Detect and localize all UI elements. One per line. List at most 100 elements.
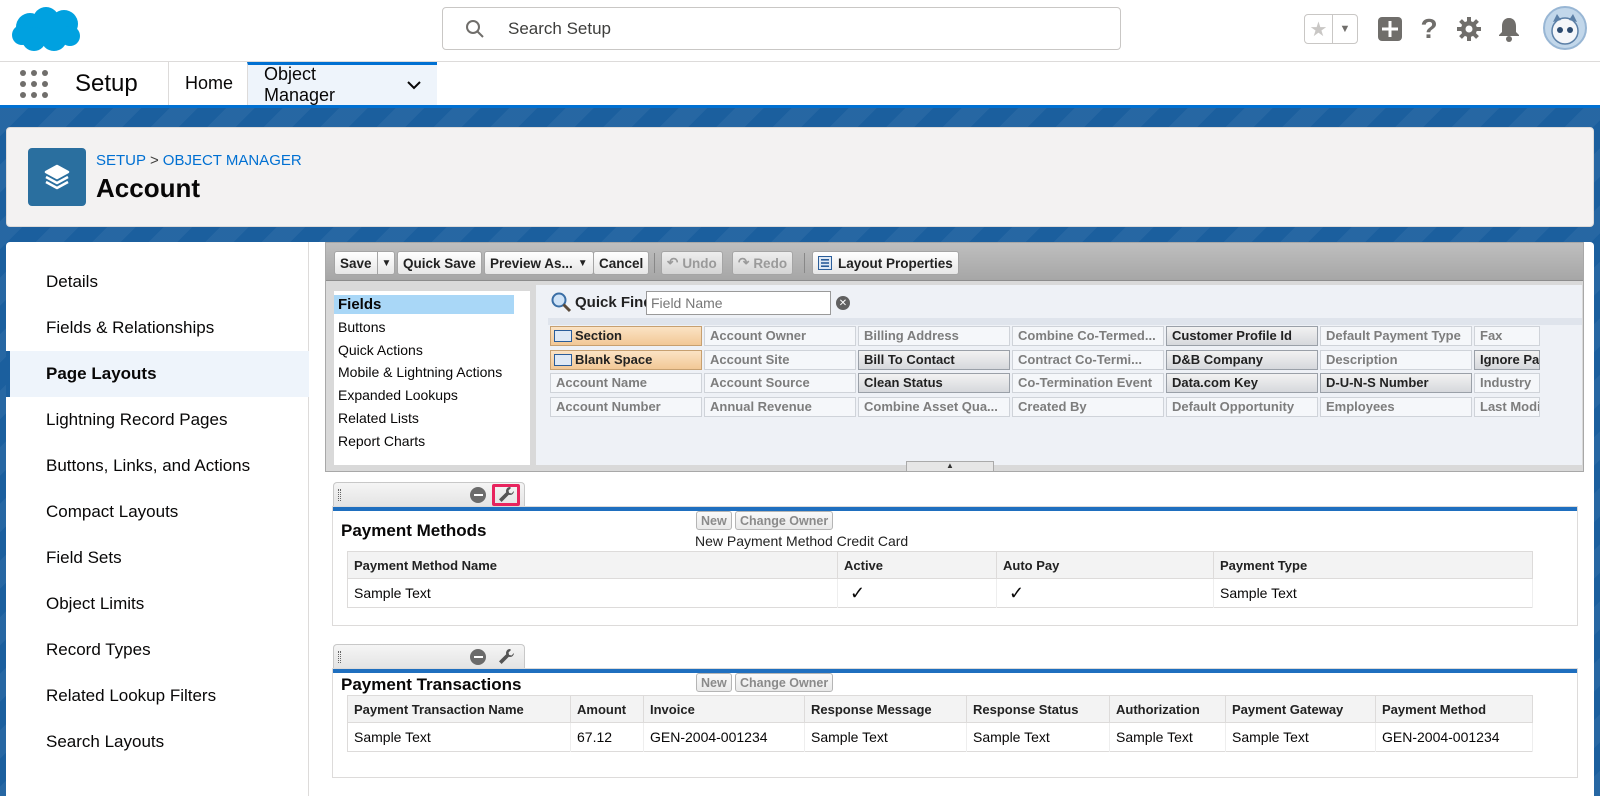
new-button[interactable]: New [696,511,732,530]
palette-category-report-charts[interactable]: Report Charts [334,432,514,451]
palette-field-item[interactable]: Customer Profile Id [1166,326,1318,346]
quick-save-button[interactable]: Quick Save [397,251,482,275]
user-avatar[interactable] [1543,6,1587,50]
palette-field-item[interactable]: D-U-N-S Number [1320,373,1472,393]
object-sidebar: Details Fields & Relationships Page Layo… [6,242,309,796]
palette-field-item[interactable]: Description [1320,349,1472,370]
favorites-control[interactable]: ★ ▼ [1304,14,1358,44]
sidebar-item-fields-relationships[interactable]: Fields & Relationships [6,305,309,351]
palette-field-item[interactable]: Account Number [550,396,702,417]
palette-field-item[interactable]: Section [550,326,702,346]
related-list-handle[interactable] [333,482,525,506]
column-header: Auto Pay [996,551,1214,579]
palette-field-item[interactable]: Data.com Key [1166,373,1318,393]
table-cell: Sample Text [966,722,1110,752]
tab-home[interactable]: Home [168,62,247,105]
drag-grip-icon[interactable] [338,651,341,663]
clear-search-icon[interactable]: ✕ [836,296,850,310]
sidebar-item-details[interactable]: Details [6,259,309,305]
sidebar-item-lightning-record-pages[interactable]: Lightning Record Pages [6,397,309,443]
remove-icon[interactable] [470,649,486,665]
wrench-icon[interactable] [492,484,520,506]
layout-palette: Save ▼ Quick Save Preview As... ▼ Cancel ↶… [325,242,1584,472]
palette-field-item[interactable]: Account Owner [704,326,856,346]
palette-field-item[interactable]: Bill To Contact [858,349,1010,370]
global-actions-plus-icon[interactable] [1375,14,1405,44]
redo-button[interactable]: ↷ Redo [732,251,794,275]
related-list-title: Payment Transactions [341,675,522,694]
change-owner-button[interactable]: Change Owner [735,673,834,692]
change-owner-button[interactable]: Change Owner [735,511,834,530]
table-cell: Sample Text [804,722,967,752]
salesforce-logo[interactable] [10,5,82,55]
wrench-icon[interactable] [492,646,520,668]
palette-category-related-lists[interactable]: Related Lists [334,409,514,428]
palette-field-item[interactable]: Billing Address [858,326,1010,346]
sidebar-item-page-layouts[interactable]: Page Layouts [6,351,309,397]
undo-button[interactable]: ↶ Undo [661,251,723,275]
search-box[interactable] [442,7,1121,50]
layout-properties-button[interactable]: Layout Properties [812,251,959,275]
breadcrumb-object-manager[interactable]: OBJECT MANAGER [163,152,302,169]
checkmark-icon: ✓ [996,578,1214,608]
palette-field-item[interactable]: Employees [1320,396,1472,417]
search-input[interactable] [508,16,1068,42]
sidebar-item-object-limits[interactable]: Object Limits [6,581,309,627]
palette-field-item[interactable]: Account Site [704,349,856,370]
notifications-bell-icon[interactable] [1494,14,1524,44]
toolbar-divider [804,253,805,273]
palette-field-item[interactable]: Created By [1012,396,1164,417]
help-icon[interactable]: ? [1414,13,1444,44]
quick-find-input[interactable] [646,291,831,315]
sidebar-item-related-lookup-filters[interactable]: Related Lookup Filters [6,673,309,719]
favorites-dropdown-icon[interactable]: ▼ [1333,15,1357,43]
palette-field-item[interactable]: Last Modif [1474,396,1540,417]
palette-field-item[interactable]: Default Opportunity [1166,396,1318,417]
column-header: Amount [570,695,644,723]
undo-icon: ↶ [667,255,679,270]
cancel-button[interactable]: Cancel [593,251,650,275]
palette-category-expanded-lookups[interactable]: Expanded Lookups [334,386,514,405]
sidebar-item-search-layouts[interactable]: Search Layouts [6,719,309,765]
app-launcher-icon[interactable] [20,70,48,98]
palette-field-item[interactable]: Clean Status [858,373,1010,393]
palette-collapse-handle[interactable]: ▲ [906,461,994,471]
palette-category-fields[interactable]: Fields [334,295,514,314]
palette-field-item[interactable]: Account Source [704,373,856,393]
palette-field-item[interactable]: Contract Co-Termi... [1012,349,1164,370]
preview-as-button[interactable]: Preview As... ▼ [484,251,594,275]
setup-gear-icon[interactable] [1454,14,1484,44]
palette-field-item[interactable]: Fax [1474,326,1540,346]
palette-field-item[interactable]: Blank Space [550,349,702,370]
drag-grip-icon[interactable] [338,489,341,501]
remove-icon[interactable] [470,487,486,503]
palette-field-item[interactable]: Annual Revenue [704,396,856,417]
main-panel: Details Fields & Relationships Page Layo… [6,242,1594,796]
related-list-handle[interactable] [333,644,525,668]
search-icon [466,20,484,38]
chevron-down-icon[interactable] [407,77,421,93]
palette-category-quick-actions[interactable]: Quick Actions [334,341,514,360]
save-button[interactable]: Save ▼ [334,251,396,275]
palette-field-item[interactable]: Ignore Par [1474,349,1540,370]
new-button[interactable]: New [696,673,732,692]
palette-category-buttons[interactable]: Buttons [334,318,514,337]
sidebar-item-buttons-links-actions[interactable]: Buttons, Links, and Actions [6,443,309,489]
palette-field-item[interactable]: D&B Company [1166,349,1318,370]
breadcrumb-setup[interactable]: SETUP [96,152,146,169]
palette-field-item[interactable]: Combine Co-Termed... [1012,326,1164,346]
save-menu-caret-icon[interactable]: ▼ [376,252,391,274]
sidebar-item-record-types[interactable]: Record Types [6,627,309,673]
palette-field-item[interactable]: Default Payment Type [1320,326,1472,346]
table-cell: Sample Text [347,722,571,752]
sidebar-item-field-sets[interactable]: Field Sets [6,535,309,581]
table-cell: GEN-2004-001234 [1375,722,1533,752]
tab-object-manager[interactable]: Object Manager [247,62,437,105]
sidebar-item-compact-layouts[interactable]: Compact Layouts [6,489,309,535]
palette-field-item[interactable]: Industry [1474,373,1540,393]
palette-field-item[interactable]: Co-Termination Event [1012,373,1164,393]
palette-field-item[interactable]: Account Name [550,373,702,393]
palette-field-item[interactable]: Combine Asset Qua... [858,396,1010,417]
favorites-star-icon[interactable]: ★ [1305,15,1333,43]
palette-category-mobile-lightning-actions[interactable]: Mobile & Lightning Actions [334,363,530,382]
